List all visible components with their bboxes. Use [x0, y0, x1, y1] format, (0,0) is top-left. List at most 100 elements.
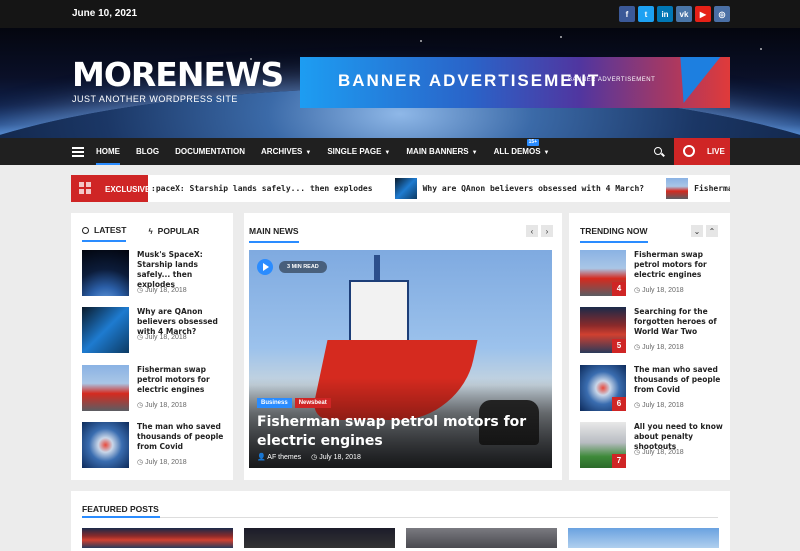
rank-number: 4	[612, 282, 626, 296]
clock-icon: ◷	[311, 454, 318, 461]
featured-thumbs	[82, 528, 719, 548]
youtube-icon[interactable]: ▶	[695, 6, 711, 22]
nav-item-documentation[interactable]: DOCUMENTATION	[175, 138, 245, 165]
ticker-thumbnail	[666, 178, 689, 199]
ticker-item[interactable]: Why are QAnon believers obsessed with 4 …	[394, 178, 645, 199]
post-thumbnail[interactable]	[82, 307, 129, 353]
twitter-icon[interactable]: t	[638, 6, 654, 22]
trending-item[interactable]: 7 All you need to know about penalty shoo…	[580, 422, 725, 470]
list-item[interactable]: Fisherman swap petrol motors for electri…	[82, 365, 227, 413]
post-thumbnail[interactable]	[82, 250, 129, 296]
bolt-icon: ϟ	[148, 226, 153, 236]
next-arrow-icon[interactable]: ›	[541, 225, 553, 237]
chevron-down-icon[interactable]: ⌄	[691, 225, 703, 237]
ticker-items: :paceX: Starship lands safely... then ex…	[151, 175, 730, 202]
post-title[interactable]: Fisherman swap petrol motors for electri…	[137, 365, 225, 395]
post-date-row: ◷ July 18, 2018	[634, 448, 684, 456]
site-title[interactable]: MORENEWS	[72, 58, 284, 92]
grid-icon	[79, 182, 91, 194]
category-tags: Business Newsbeat	[257, 398, 331, 408]
play-icon[interactable]	[257, 259, 273, 275]
chevron-down-icon: ▼	[471, 150, 478, 156]
post-title[interactable]: Searching for the forgotten heroes of Wo…	[634, 307, 724, 337]
nav-item-all-demos[interactable]: ALL DEMOS ▼ 15+	[493, 138, 549, 165]
category-tag[interactable]: Newsbeat	[294, 398, 331, 408]
clock-icon: ◷	[634, 449, 643, 456]
list-item[interactable]: Musk's SpaceX: Starship lands safely... …	[82, 250, 227, 298]
post-thumbnail[interactable]	[82, 365, 129, 411]
chevron-down-icon: ▼	[384, 150, 391, 156]
nav-item-home[interactable]: HOME	[96, 138, 120, 165]
nav-item-archives[interactable]: ARCHIVES ▼	[261, 138, 311, 165]
site-logo[interactable]: MORENEWS JUST ANOTHER WORDPRESS SITE	[72, 58, 284, 105]
post-date-row: ◷ July 18, 2018	[634, 343, 684, 351]
featured-thumbnail[interactable]	[406, 528, 557, 548]
nav-item-main-banners[interactable]: MAIN BANNERS ▼	[406, 138, 477, 165]
featured-thumbnail[interactable]	[568, 528, 719, 548]
post-title[interactable]: Fisherman swap petrol motors for electri…	[634, 250, 724, 280]
nav-item-label: HOME	[96, 147, 120, 156]
clock-icon: ◷	[137, 287, 146, 294]
author-icon: 👤	[257, 454, 266, 461]
clock-icon: ◷	[137, 334, 146, 341]
nav-item-blog[interactable]: BLOG	[136, 138, 159, 165]
main-news-headline[interactable]: Fisherman swap petrol motors for electri…	[257, 413, 547, 451]
tab-latest[interactable]: LATEST	[82, 225, 127, 242]
header-hero: MORENEWS JUST ANOTHER WORDPRESS SITE BAN…	[0, 28, 800, 138]
trending-item[interactable]: 5 Searching for the forgotten heroes of W…	[580, 307, 725, 355]
social-links: f t in vk ▶ ◎	[619, 6, 730, 22]
tab-popular[interactable]: ϟ POPULAR	[148, 225, 199, 242]
author-name[interactable]: AF themes	[267, 454, 301, 461]
linkedin-icon[interactable]: in	[657, 6, 673, 22]
live-button[interactable]: LIVE	[674, 138, 730, 165]
clock-icon: ◷	[137, 402, 146, 409]
post-date: July 18, 2018	[642, 287, 684, 294]
exclusive-text: EXCLUSIVE	[105, 185, 151, 194]
prev-arrow-icon[interactable]: ‹	[526, 225, 538, 237]
clock-icon: ◷	[137, 459, 146, 466]
banner-advertisement[interactable]: BANNER ADVERTISEMENT BANNER ADVERTISEMEN…	[300, 57, 730, 108]
search-icon[interactable]	[654, 147, 662, 155]
vk-icon[interactable]: vk	[676, 6, 692, 22]
post-date-row: ◷ July 18, 2018	[634, 286, 684, 294]
tab-latest-label: LATEST	[94, 225, 127, 235]
clock-icon: ◷	[634, 287, 643, 294]
main-navigation: HOME BLOG DOCUMENTATION ARCHIVES ▼ SINGLE PAG…	[0, 138, 800, 165]
top-bar: June 10, 2021 f t in vk ▶ ◎	[0, 0, 800, 28]
nav-item-label: BLOG	[136, 147, 160, 156]
nav-item-label: ALL DEMOS	[493, 147, 541, 156]
list-item[interactable]: The man who saved thousands of people fr…	[82, 422, 227, 470]
post-title[interactable]: The man who saved thousands of people fr…	[634, 365, 724, 395]
nav-item-single-page[interactable]: SINGLE PAGE ▼	[327, 138, 390, 165]
chevron-up-icon[interactable]: ⌃	[706, 225, 718, 237]
post-title[interactable]: Musk's SpaceX: Starship lands safely... …	[137, 250, 225, 290]
ticker-item[interactable]: :paceX: Starship lands safely... then ex…	[151, 184, 373, 193]
banner-small-text: BANNER ADVERTISEMENT	[568, 77, 656, 83]
main-news-image[interactable]: 3 MIN READ Business Newsbeat Fisherman sw…	[249, 250, 552, 468]
trending-panel: TRENDING NOW ⌄ ⌃ 4 Fisherman swap petrol …	[569, 213, 730, 480]
hamburger-menu-icon[interactable]	[72, 147, 84, 157]
facebook-icon[interactable]: f	[619, 6, 635, 22]
list-item[interactable]: Why are QAnon believers obsessed with 4 …	[82, 307, 227, 355]
category-tag[interactable]: Business	[257, 398, 292, 408]
post-date: July 18, 2018	[642, 402, 684, 409]
latest-popular-panel: LATEST ϟ POPULAR Musk's SpaceX: Starship …	[71, 213, 233, 480]
featured-posts: FEATURED POSTS	[71, 491, 730, 551]
trending-item[interactable]: 4 Fisherman swap petrol motors for electr…	[580, 250, 725, 298]
featured-thumbnail[interactable]	[82, 528, 233, 548]
nav-item-label: DOCUMENTATION	[175, 147, 246, 156]
featured-thumbnail[interactable]	[244, 528, 395, 548]
live-label: LIVE	[707, 147, 725, 156]
post-date-row: ◷ July 18, 2018	[137, 286, 187, 294]
post-date: July 18, 2018	[319, 454, 361, 461]
news-ticker: EXCLUSIVE :paceX: Starship lands safely.…	[71, 175, 730, 202]
post-title[interactable]: The man who saved thousands of people fr…	[137, 422, 225, 452]
trending-item[interactable]: 6 The man who saved thousands of people f…	[580, 365, 725, 413]
ticker-item[interactable]: Fisherman swap petrol motors for electri…	[666, 178, 730, 199]
ticker-item-text: Why are QAnon believers obsessed with 4 …	[422, 184, 645, 193]
post-thumbnail[interactable]	[82, 422, 129, 468]
post-date: July 18, 2018	[642, 449, 684, 456]
instagram-icon[interactable]: ◎	[714, 6, 730, 22]
post-date-row: ◷ July 18, 2018	[137, 333, 187, 341]
nav-menu: HOME BLOG DOCUMENTATION ARCHIVES ▼ SINGLE PAG…	[96, 138, 565, 165]
